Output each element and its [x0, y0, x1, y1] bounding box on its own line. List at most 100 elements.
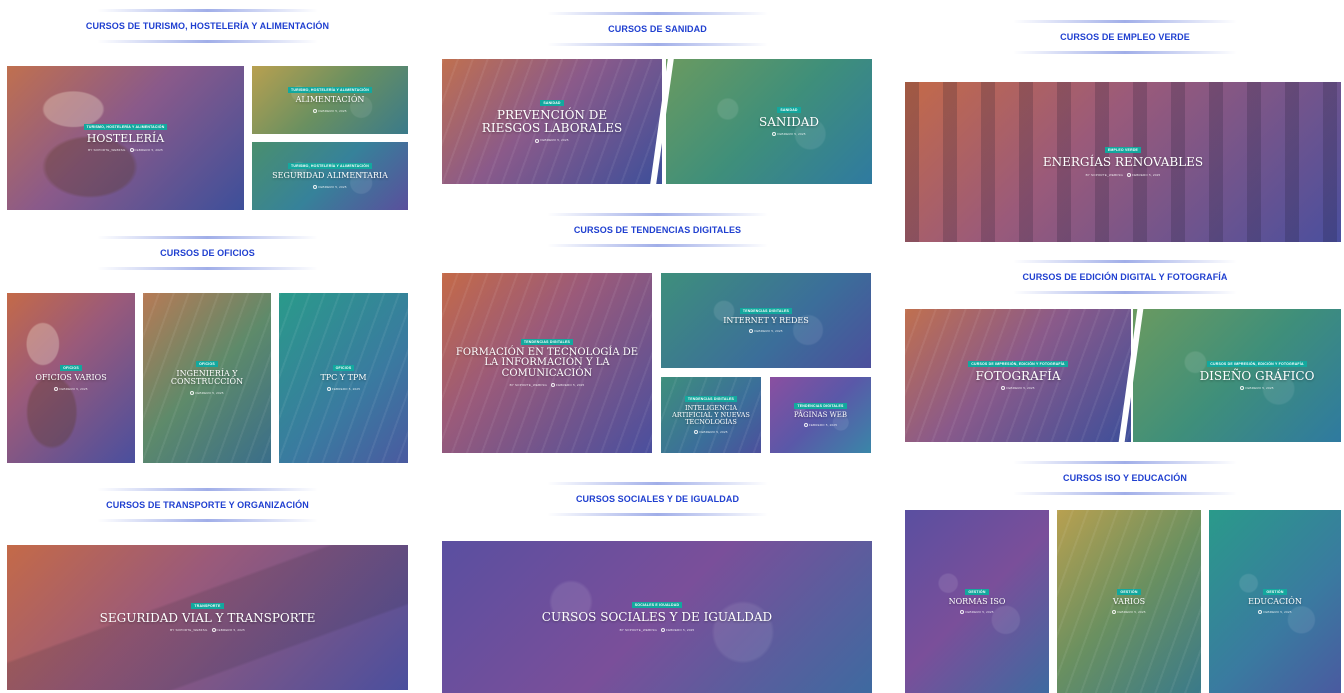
section-title-sanidad: CURSOS DE SANIDAD	[500, 12, 815, 46]
card-hosteleria[interactable]: TURISMO, HOSTELERÍA Y ALIMENTACIÓN HOSTE…	[7, 66, 244, 210]
card-ingenieria[interactable]: OFICIOS INGENIERÍA Y CONSTRUCCIÓN FEBRER…	[143, 293, 271, 463]
date-label: FEBRERO 5, 2025	[551, 383, 584, 388]
date-label: FEBRERO 5, 2025	[1240, 386, 1273, 391]
category-badge[interactable]: OFICIOS	[60, 365, 82, 372]
card-alimentacion[interactable]: TURISMO, HOSTELERÍA Y ALIMENTACIÓN ALIME…	[252, 66, 408, 134]
clock-icon	[661, 627, 666, 632]
category-badge[interactable]: CURSOS DE IMPRESIÓN, EDICIÓN Y FOTOGRAFÍ…	[1207, 360, 1307, 367]
clock-icon	[1240, 386, 1245, 391]
card-title[interactable]: EDUCACIÓN	[1248, 597, 1302, 606]
card-prevencion[interactable]: SANIDAD PREVENCIÓN DE RIESGOS LABORALES …	[442, 59, 662, 184]
category-badge[interactable]: OFICIOS	[332, 365, 355, 372]
date-label: FEBRERO 5, 2025	[211, 628, 245, 633]
section-title-iso: CURSOS ISO Y EDUCACIÓN	[965, 461, 1285, 495]
date-label: FEBRERO 5, 2025	[313, 109, 346, 113]
card-title[interactable]: PREVENCIÓN DE RIESGOS LABORALES	[467, 109, 637, 134]
card-title[interactable]: NORMAS ISO	[949, 597, 1006, 606]
date-label: FEBRERO 5, 2025	[313, 185, 346, 189]
card-title[interactable]: FOTOGRAFÍA	[975, 369, 1060, 383]
card-title[interactable]: INGENIERÍA Y CONSTRUCCIÓN	[167, 369, 247, 387]
card-title[interactable]: INTELIGENCIA ARTIFICIAL Y NUEVAS TECNOLO…	[671, 405, 751, 426]
date-label: FEBRERO 5, 2025	[772, 132, 805, 137]
card-formacion-tic[interactable]: TENDENCIAS DIGITALES FORMACIÓN EN TECNOL…	[442, 273, 652, 453]
clock-icon	[129, 148, 134, 153]
card-diseno-grafico[interactable]: CURSOS DE IMPRESIÓN, EDICIÓN Y FOTOGRAFÍ…	[1133, 309, 1341, 442]
category-badge[interactable]: SANIDAD	[777, 106, 801, 113]
card-tpc-tpm[interactable]: OFICIOS TPC Y TPM FEBRERO 5, 2025	[279, 293, 408, 463]
card-title[interactable]: HOSTELERÍA	[87, 133, 164, 145]
clock-icon	[1258, 610, 1263, 615]
category-badge[interactable]: SOCIALES E IGUALDAD	[631, 602, 683, 609]
clock-icon	[211, 628, 216, 633]
card-seguridad-alimentaria[interactable]: TURISMO, HOSTELERÍA Y ALIMENTACIÓN SEGUR…	[252, 142, 408, 210]
category-badge[interactable]: TRANSPORTE	[191, 602, 224, 609]
author-label[interactable]: BY SOPORTE_WEBFSG	[510, 383, 547, 387]
section-title-sociales: CURSOS SOCIALES Y DE IGUALDAD	[500, 482, 815, 516]
card-fotografia[interactable]: CURSOS DE IMPRESIÓN, EDICIÓN Y FOTOGRAFÍ…	[905, 309, 1131, 442]
card-meta: FEBRERO 5, 2025	[694, 430, 727, 434]
card-meta: FEBRERO 5, 2025	[1112, 610, 1145, 615]
card-title[interactable]: SANIDAD	[759, 115, 819, 129]
author-label[interactable]: BY SOPORTE_WEBFSG	[170, 628, 207, 632]
clock-icon	[1112, 610, 1117, 615]
category-badge[interactable]: TENDENCIAS DIGITALES	[684, 396, 738, 403]
card-title[interactable]: SEGURIDAD VIAL Y TRANSPORTE	[100, 611, 316, 625]
clock-icon	[313, 184, 318, 189]
card-title[interactable]: CURSOS SOCIALES Y DE IGUALDAD	[542, 611, 772, 624]
card-title[interactable]: SEGURIDAD ALIMENTARIA	[272, 171, 388, 180]
clock-icon	[1127, 172, 1132, 177]
author-label[interactable]: BY SOPORTE_WEBFSG	[1086, 173, 1123, 177]
category-badge[interactable]: OFICIOS	[196, 361, 218, 367]
category-badge[interactable]: TENDENCIAS DIGITALES	[739, 307, 793, 314]
card-title[interactable]: FORMACIÓN EN TECNOLOGÍA DE LA INFORMACIÓ…	[452, 347, 642, 380]
card-meta: FEBRERO 5, 2025	[749, 329, 782, 334]
card-varios[interactable]: GESTIÓN VARIOS FEBRERO 5, 2025	[1057, 510, 1201, 693]
author-label[interactable]: BY SOPORTE_WEBFSG	[88, 148, 125, 152]
card-meta: FEBRERO 5, 2025	[1240, 386, 1273, 391]
date-label: FEBRERO 5, 2025	[803, 423, 837, 428]
section-title-digitales: CURSOS DE TENDENCIAS DIGITALES	[500, 213, 815, 247]
card-sanidad[interactable]: SANIDAD SANIDAD FEBRERO 5, 2025	[666, 59, 872, 184]
card-title[interactable]: OFICIOS VARIOS	[35, 373, 106, 382]
category-badge[interactable]: GESTIÓN	[965, 588, 989, 595]
card-sociales[interactable]: SOCIALES E IGUALDAD CURSOS SOCIALES Y DE…	[442, 541, 872, 693]
category-badge[interactable]: TURISMO, HOSTELERÍA Y ALIMENTACIÓN	[83, 123, 168, 130]
section-title-oficios: CURSOS DE OFICIOS	[50, 236, 365, 270]
category-badge[interactable]: SANIDAD	[540, 100, 564, 107]
category-badge[interactable]: CURSOS DE IMPRESIÓN, EDICIÓN Y FOTOGRAFÍ…	[968, 360, 1068, 367]
category-badge[interactable]: TURISMO, HOSTELERÍA Y ALIMENTACIÓN	[288, 163, 372, 170]
category-badge[interactable]: TENDENCIAS DIGITALES	[794, 402, 847, 409]
date-label: FEBRERO 5, 2025	[190, 391, 223, 395]
card-normas-iso[interactable]: GESTIÓN NORMAS ISO FEBRERO 5, 2025	[905, 510, 1049, 693]
author-label[interactable]: BY SOPORTE_WEBFSG	[620, 628, 657, 632]
clock-icon	[1001, 386, 1006, 391]
card-inteligencia-artificial[interactable]: TENDENCIAS DIGITALES INTELIGENCIA ARTIFI…	[661, 377, 761, 453]
card-meta: BY SOPORTE_WEBFSG FEBRERO 5, 2025	[510, 383, 585, 388]
date-label: FEBRERO 5, 2025	[749, 329, 782, 334]
category-badge[interactable]: TURISMO, HOSTELERÍA Y ALIMENTACIÓN	[288, 87, 372, 94]
date-label: FEBRERO 5, 2025	[129, 148, 163, 153]
card-title[interactable]: VARIOS	[1113, 597, 1145, 606]
date-label: FEBRERO 5, 2025	[54, 387, 87, 391]
card-internet-redes[interactable]: TENDENCIAS DIGITALES INTERNET Y REDES FE…	[661, 273, 871, 368]
card-oficios-varios[interactable]: OFICIOS OFICIOS VARIOS FEBRERO 5, 2025	[7, 293, 135, 463]
card-title[interactable]: TPC Y TPM	[320, 373, 366, 382]
card-paginas-web[interactable]: TENDENCIAS DIGITALES PÁGINAS WEB FEBRERO…	[770, 377, 871, 453]
card-title[interactable]: ENERGÍAS RENOVABLES	[1043, 156, 1203, 169]
card-title[interactable]: ALIMENTACIÓN	[296, 95, 365, 104]
card-meta: FEBRERO 5, 2025	[1258, 610, 1291, 615]
card-seguridad-vial[interactable]: TRANSPORTE SEGURIDAD VIAL Y TRANSPORTE B…	[7, 545, 408, 690]
card-title[interactable]: DISEÑO GRÁFICO	[1200, 369, 1315, 383]
category-badge[interactable]: GESTIÓN	[1117, 588, 1141, 595]
card-title[interactable]: INTERNET Y REDES	[723, 316, 809, 325]
card-meta: FEBRERO 5, 2025	[772, 132, 805, 137]
card-educacion[interactable]: GESTIÓN EDUCACIÓN FEBRERO 5, 2025	[1209, 510, 1341, 693]
category-badge[interactable]: TENDENCIAS DIGITALES	[520, 338, 574, 345]
card-energias-renovables[interactable]: EMPLEO VERDE ENERGÍAS RENOVABLES BY SOPO…	[905, 82, 1341, 242]
clock-icon	[54, 386, 59, 391]
category-badge[interactable]: EMPLEO VERDE	[1104, 147, 1142, 154]
category-badge[interactable]: GESTIÓN	[1263, 588, 1287, 595]
card-title[interactable]: PÁGINAS WEB	[794, 411, 847, 419]
date-label: FEBRERO 5, 2025	[694, 430, 727, 434]
clock-icon	[313, 108, 318, 113]
